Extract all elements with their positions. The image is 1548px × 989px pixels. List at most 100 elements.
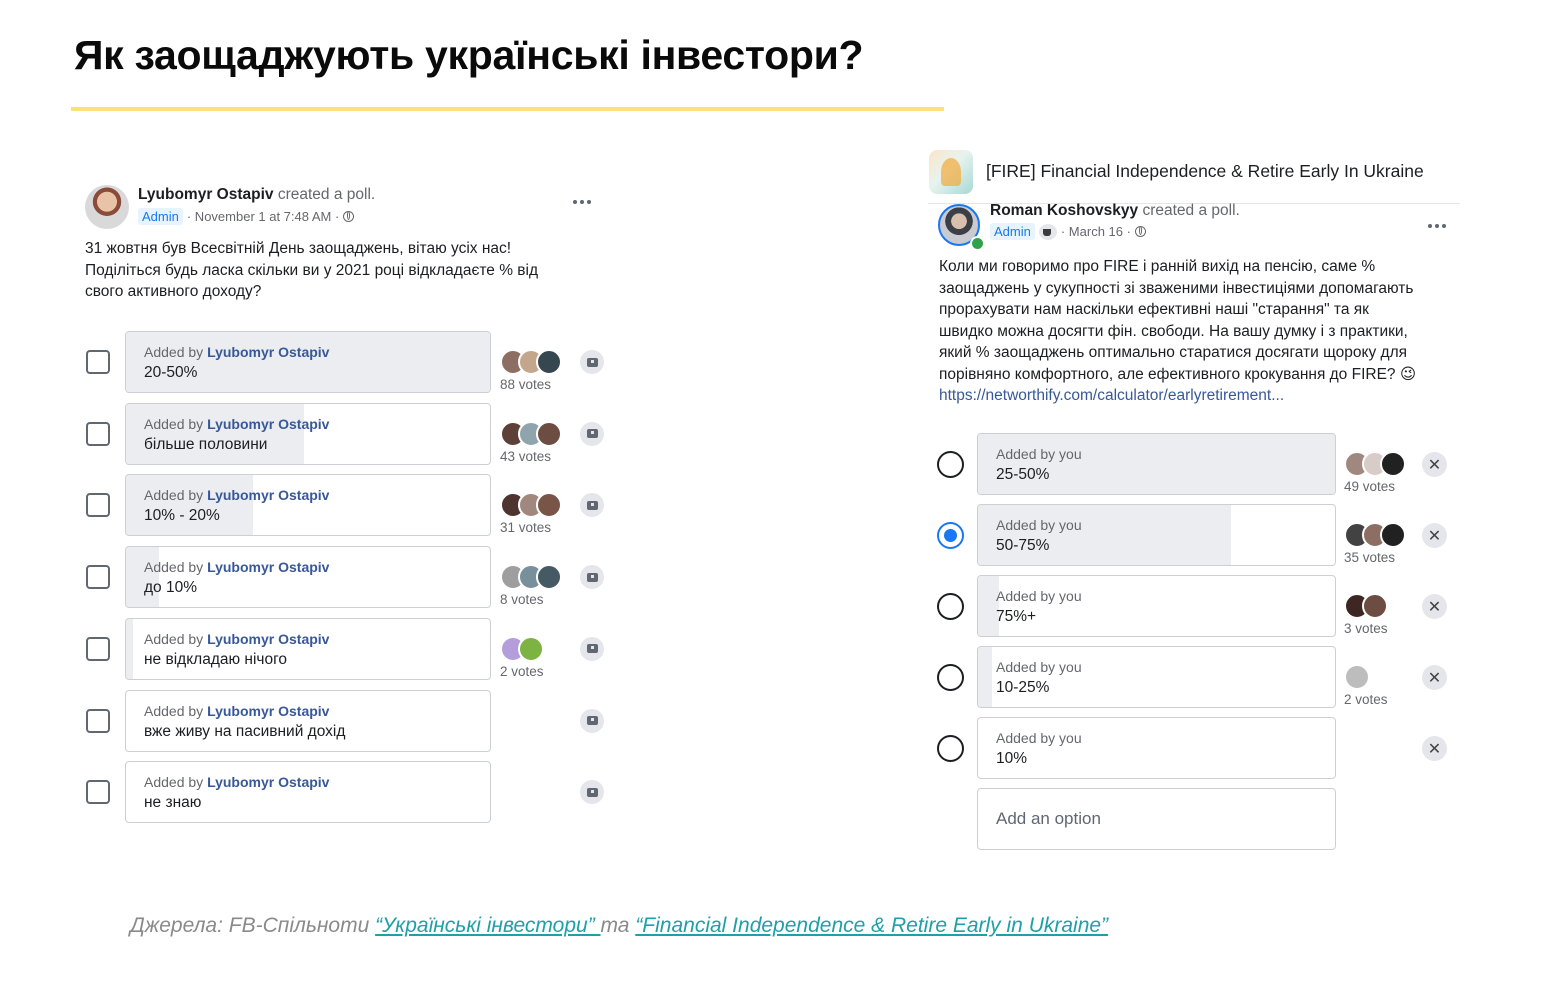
poll-option[interactable]: Added by you 75%+	[977, 575, 1336, 637]
poll-option-label: 10% - 20%	[144, 507, 220, 525]
poll-option[interactable]: Added by you 10%	[977, 717, 1336, 779]
group-header: [FIRE] Financial Independence & Retire E…	[928, 148, 1463, 196]
more-options-icon[interactable]	[570, 194, 594, 210]
more-options-icon[interactable]	[1425, 218, 1449, 234]
votes-count[interactable]: 88 votes	[500, 377, 551, 392]
remove-option-icon[interactable]: ✕	[1422, 736, 1447, 761]
globe-icon	[1134, 226, 1146, 237]
voter-avatars[interactable]	[1344, 664, 1370, 690]
poll-option[interactable]: Added by Lyubomyr Ostapiv більше половини	[125, 402, 491, 465]
poll-radio[interactable]	[937, 593, 964, 620]
vote-share-bar	[126, 403, 305, 464]
poll-option[interactable]: Added by Lyubomyr Ostapiv не відкладаю ні…	[125, 617, 491, 680]
added-by-name[interactable]: Lyubomyr Ostapiv	[207, 416, 329, 432]
voter-avatar	[518, 635, 544, 662]
votes-count[interactable]: 49 votes	[1344, 479, 1395, 494]
votes-count[interactable]: 31 votes	[500, 520, 551, 535]
report-icon[interactable]	[580, 421, 604, 446]
poll-radio[interactable]	[937, 522, 964, 549]
add-option-input[interactable]: Add an option	[977, 788, 1336, 850]
votes-count[interactable]: 3 votes	[1344, 621, 1388, 636]
group-avatar[interactable]	[929, 150, 973, 194]
author-name[interactable]: Roman Koshovskyy	[990, 202, 1138, 219]
added-by-text: Added by Lyubomyr Ostapiv	[144, 631, 329, 647]
author-avatar[interactable]	[85, 185, 129, 229]
voter-avatars[interactable]	[500, 564, 562, 591]
poll-option[interactable]: Added by you 10-25%	[977, 646, 1336, 708]
added-by-text: Added by you	[996, 517, 1082, 533]
votes-count[interactable]: 2 votes	[500, 664, 544, 679]
poll-checkbox[interactable]	[86, 636, 110, 661]
report-icon[interactable]	[580, 636, 604, 661]
added-by-text: Added by Lyubomyr Ostapiv	[144, 774, 329, 790]
poll-option-label: 75%+	[996, 608, 1037, 625]
votes-count[interactable]: 2 votes	[1344, 692, 1388, 707]
voter-avatars[interactable]	[500, 635, 544, 662]
added-by-name[interactable]: Lyubomyr Ostapiv	[207, 631, 329, 647]
report-icon[interactable]	[580, 565, 604, 590]
poll-option-label: 25-50%	[996, 466, 1050, 483]
report-icon[interactable]	[580, 780, 604, 805]
added-by-name[interactable]: Lyubomyr Ostapiv	[207, 487, 329, 503]
report-icon[interactable]	[580, 708, 604, 733]
voter-avatars[interactable]	[500, 349, 562, 375]
added-by-name[interactable]: Lyubomyr Ostapiv	[207, 703, 329, 719]
added-by-name[interactable]: Lyubomyr Ostapiv	[207, 774, 329, 790]
added-by-name[interactable]: Lyubomyr Ostapiv	[207, 559, 329, 575]
post-timestamp[interactable]: · November 1 at 7:48 AM ·	[187, 209, 339, 224]
voter-avatars[interactable]	[500, 420, 562, 447]
remove-option-icon[interactable]: ✕	[1422, 452, 1447, 477]
votes-count[interactable]: 8 votes	[500, 592, 544, 607]
poll-checkbox[interactable]	[86, 565, 110, 590]
post-timestamp[interactable]: · March 16 ·	[1061, 224, 1131, 239]
remove-option-icon[interactable]: ✕	[1422, 523, 1447, 548]
added-by-text: Added by Lyubomyr Ostapiv	[144, 703, 329, 719]
poll-radio[interactable]	[937, 664, 964, 691]
voter-avatars[interactable]	[1344, 451, 1406, 477]
poll-option-label: 10-25%	[996, 679, 1050, 696]
source-link-fire-ukraine[interactable]: “Financial Independence & Retire Early i…	[635, 914, 1108, 937]
poll-option[interactable]: Added by Lyubomyr Ostapiv не знаю	[125, 761, 491, 824]
voter-avatars[interactable]	[1344, 593, 1388, 619]
voter-avatars[interactable]	[1344, 522, 1406, 548]
title-underline	[71, 107, 944, 111]
poll-option[interactable]: Added by you 25-50%	[977, 433, 1336, 495]
post-link[interactable]: https://networthify.com/calculator/early…	[939, 387, 1284, 404]
added-by-text: Added by you	[996, 446, 1082, 462]
voter-avatar	[1344, 664, 1370, 690]
poll-checkbox[interactable]	[86, 350, 110, 374]
poll-checkbox[interactable]	[86, 493, 110, 518]
poll-option[interactable]: Added by Lyubomyr Ostapiv вже живу на пас…	[125, 689, 491, 752]
post-body: Коли ми говоримо про FIRE і ранній вихід…	[939, 258, 1417, 383]
group-name[interactable]: [FIRE] Financial Independence & Retire E…	[986, 161, 1424, 182]
poll-option[interactable]: Added by Lyubomyr Ostapiv до 10%	[125, 546, 491, 609]
votes-count[interactable]: 35 votes	[1344, 550, 1395, 565]
report-icon[interactable]	[580, 493, 604, 518]
poll-radio[interactable]	[937, 735, 964, 762]
poll-option[interactable]: Added by Lyubomyr Ostapiv 10% - 20%	[125, 474, 491, 537]
poll-checkbox[interactable]	[86, 780, 110, 805]
poll-option-row: Added by Lyubomyr Ostapiv більше половини…	[84, 402, 614, 465]
poll-option[interactable]: Added by you 50-75%	[977, 504, 1336, 566]
vote-share-bar	[126, 332, 490, 392]
added-by-text: Added by you	[996, 659, 1082, 675]
votes-count[interactable]: 43 votes	[500, 449, 551, 464]
remove-option-icon[interactable]: ✕	[1422, 665, 1447, 690]
author-name[interactable]: Lyubomyr Ostapiv	[138, 186, 274, 203]
added-by-prefix: Added by	[144, 344, 208, 360]
online-status-dot	[970, 236, 985, 251]
poll-option[interactable]: Added by Lyubomyr Ostapiv 20-50%	[125, 331, 491, 393]
poll-checkbox[interactable]	[86, 421, 110, 446]
poll-option-label: не відкладаю нічого	[144, 650, 288, 668]
report-icon[interactable]	[580, 350, 604, 374]
vote-share-bar	[126, 618, 134, 679]
poll-option-row: Added by Lyubomyr Ostapiv 10% - 20% 31 vot…	[84, 474, 614, 537]
voter-avatars[interactable]	[500, 492, 562, 519]
added-by-name[interactable]: Lyubomyr Ostapiv	[207, 344, 329, 360]
sources-note: Джерела: FB-Спільноти “Українські інвест…	[130, 914, 1108, 938]
poll-checkbox[interactable]	[86, 708, 110, 733]
remove-option-icon[interactable]: ✕	[1422, 594, 1447, 619]
poll-radio[interactable]	[937, 451, 964, 478]
added-by-text: Added by you	[996, 588, 1082, 604]
source-link-ukrainian-investors[interactable]: “Українські інвестори”	[375, 914, 600, 937]
